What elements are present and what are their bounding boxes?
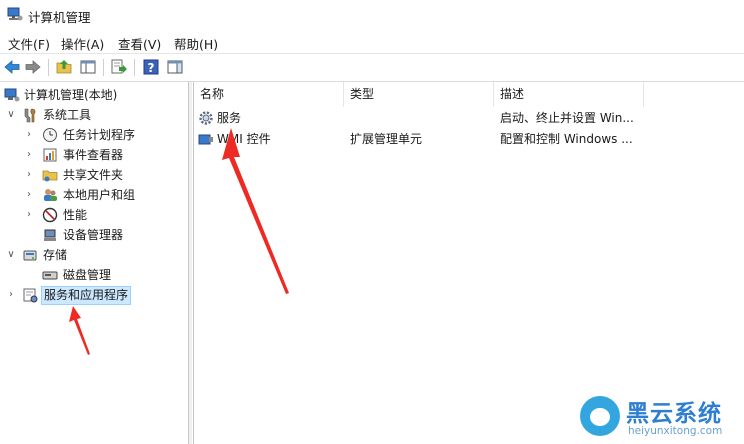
row-type: 扩展管理单元 [350, 132, 423, 146]
watermark-logo: 黑云系统 heiyunxitong.com [580, 392, 740, 442]
tree-item-label: 服务和应用程序 [41, 286, 132, 305]
show-hide-tree-icon[interactable] [79, 58, 97, 76]
tree-item-system-tools[interactable]: ∨ 系统工具 [0, 105, 188, 125]
column-header-name[interactable]: 名称 [194, 82, 344, 107]
help-icon[interactable]: ? [142, 58, 160, 76]
device-manager-icon [44, 229, 56, 241]
expand-chevron-icon[interactable]: › [24, 145, 34, 165]
clock-icon [43, 128, 57, 142]
tree-item-event-viewer[interactable]: › 事件查看器 [0, 145, 188, 165]
watermark-title: 黑云系统 [626, 401, 722, 427]
watermark-logo-icon [580, 396, 620, 436]
expand-chevron-icon[interactable]: › [24, 185, 34, 205]
console-tree: 计算机管理(本地) ∨ 系统工具 › 任务计划程序 › 事件查看器 › 共享文件… [0, 82, 189, 444]
watermark-url: heiyunxitong.com [628, 425, 723, 437]
show-hide-action-pane-icon[interactable] [166, 58, 184, 76]
menu-help[interactable]: 帮助(H) [174, 34, 218, 53]
menu-bar: 文件(F) 操作(A) 查看(V) 帮助(H) [0, 31, 744, 53]
system-tools-icon [24, 108, 36, 123]
computer-management-icon [4, 88, 20, 102]
row-description: 配置和控制 Windows ... [500, 132, 633, 146]
tree-item-label: 事件查看器 [63, 148, 124, 162]
expand-chevron-icon[interactable]: › [24, 205, 34, 225]
expand-chevron-icon[interactable]: › [24, 165, 34, 185]
tree-item-label: 系统工具 [43, 108, 92, 122]
row-description: 启动、终止并设置 Win... [500, 111, 634, 125]
storage-icon [23, 250, 37, 261]
toolbar-separator [103, 59, 104, 76]
services-and-apps-icon [23, 288, 38, 303]
column-header-description[interactable]: 描述 [494, 82, 644, 107]
toolbar: ? [0, 53, 744, 82]
tree-item-task-scheduler[interactable]: › 任务计划程序 [0, 125, 188, 145]
collapse-chevron-icon[interactable]: ∨ [6, 245, 16, 265]
row-name: WMI 控件 [217, 132, 271, 146]
list-row-services[interactable]: 服务 启动、终止并设置 Win... [194, 108, 744, 129]
shared-folder-icon [42, 170, 58, 182]
toolbar-separator [134, 59, 135, 76]
window-title: 计算机管理 [28, 10, 91, 25]
back-icon[interactable] [3, 58, 21, 76]
event-viewer-icon [43, 148, 57, 162]
forward-icon[interactable] [24, 58, 42, 76]
tree-item-label: 存储 [43, 248, 68, 262]
collapse-chevron-icon[interactable]: ∨ [6, 105, 16, 125]
up-folder-icon[interactable] [55, 58, 73, 76]
title-bar: 计算机管理 [0, 0, 744, 30]
tree-item-device-manager[interactable]: 设备管理器 [0, 225, 188, 245]
disk-icon [42, 271, 58, 280]
menu-action[interactable]: 操作(A) [61, 34, 104, 53]
tree-item-label: 本地用户和组 [63, 188, 136, 202]
pane-splitter[interactable] [189, 82, 192, 444]
menu-file[interactable]: 文件(F) [8, 34, 50, 53]
tree-item-shared-folders[interactable]: › 共享文件夹 [0, 165, 188, 185]
menu-view[interactable]: 查看(V) [118, 34, 161, 53]
tree-item-local-users[interactable]: › 本地用户和组 [0, 185, 188, 205]
column-header-type[interactable]: 类型 [344, 82, 494, 107]
list-row-wmi[interactable]: WMI 控件 扩展管理单元 配置和控制 Windows ... [194, 129, 744, 150]
expand-chevron-icon[interactable]: › [6, 285, 16, 305]
performance-icon [42, 207, 58, 223]
tree-item-label: 任务计划程序 [63, 128, 136, 142]
tree-item-label: 磁盘管理 [63, 268, 112, 282]
tree-item-label: 共享文件夹 [63, 168, 124, 182]
expand-chevron-icon[interactable]: › [24, 125, 34, 145]
svg-text:?: ? [148, 61, 155, 75]
tree-item-label: 设备管理器 [63, 228, 124, 242]
details-list: 名称 类型 描述 服务 启动、终止并设置 Win... WMI 控件 扩展管理单… [193, 82, 744, 444]
computer-management-icon [7, 7, 23, 21]
export-list-icon[interactable] [110, 58, 128, 76]
toolbar-separator [48, 59, 49, 76]
users-icon [44, 189, 57, 201]
row-name: 服务 [217, 111, 242, 125]
tree-item-label: 计算机管理(本地) [24, 88, 118, 102]
wmi-control-icon [198, 134, 213, 145]
tree-item-storage[interactable]: ∨ 存储 [0, 245, 188, 265]
tree-item-label: 性能 [63, 208, 88, 222]
tree-item-disk-management[interactable]: 磁盘管理 [0, 265, 188, 285]
tree-item-computer-management[interactable]: 计算机管理(本地) [0, 85, 188, 105]
tree-item-performance[interactable]: › 性能 [0, 205, 188, 225]
tree-item-services-and-apps[interactable]: › 服务和应用程序 [0, 285, 188, 305]
services-gear-icon [199, 111, 213, 125]
